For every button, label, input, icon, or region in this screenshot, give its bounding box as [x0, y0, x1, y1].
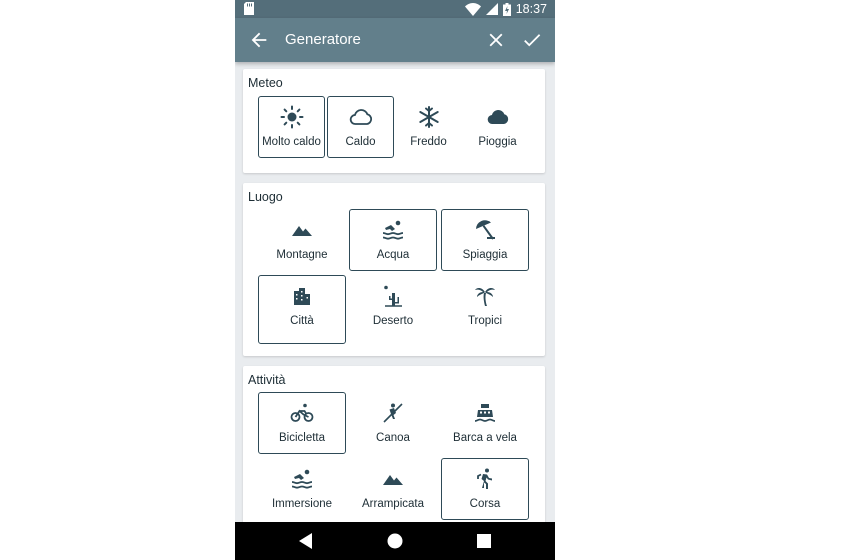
palm-tree-icon — [475, 287, 495, 306]
option-freddo[interactable]: Freddo — [395, 96, 462, 158]
app-bar: Generatore — [235, 18, 555, 62]
cactus-icon — [384, 285, 402, 307]
option-label: Tropici — [467, 315, 503, 327]
luogo-card: Luogo Montagne Acqua Spiaggia Città Dese… — [243, 183, 545, 356]
option-label: Freddo — [410, 136, 447, 148]
nav-home-icon[interactable] — [386, 532, 404, 550]
mountain-icon — [292, 226, 312, 236]
page-title: Generatore — [285, 31, 361, 48]
sd-card-icon — [244, 2, 254, 15]
option-label: Molto caldo — [262, 136, 321, 148]
option-label: Caldo — [345, 136, 376, 148]
option-deserto[interactable]: Deserto — [349, 275, 437, 344]
option-arrampicata[interactable]: Arrampicata — [349, 458, 437, 520]
option-citta[interactable]: Città — [258, 275, 346, 344]
boat-icon — [474, 404, 496, 422]
option-immersione[interactable]: Immersione — [258, 458, 346, 520]
battery-icon — [502, 2, 511, 16]
option-label: Arrampicata — [362, 498, 424, 510]
option-pioggia[interactable]: Pioggia — [464, 96, 531, 158]
attivita-card: Attività Bicicletta Canoa Barca a vela I… — [243, 366, 545, 522]
option-label: Bicicletta — [278, 432, 326, 444]
mountain-icon — [383, 475, 403, 485]
bicycle-icon — [290, 403, 314, 422]
option-label: Pioggia — [478, 136, 517, 148]
attivita-title: Attività — [248, 373, 286, 387]
meteo-card: Meteo Molto caldo Caldo Freddo Pioggia — [243, 69, 545, 173]
luogo-title: Luogo — [248, 190, 283, 204]
cloud-filled-icon — [487, 110, 508, 125]
close-icon[interactable] — [485, 29, 507, 51]
nav-recents-icon[interactable] — [475, 532, 493, 550]
running-icon — [477, 468, 492, 489]
wifi-icon — [464, 2, 481, 16]
back-arrow-icon[interactable] — [248, 29, 270, 51]
nav-back-icon[interactable] — [297, 532, 315, 550]
snowflake-icon — [418, 106, 439, 128]
option-spiaggia[interactable]: Spiaggia — [441, 209, 529, 271]
option-canoa[interactable]: Canoa — [349, 392, 437, 454]
option-molto-caldo[interactable]: Molto caldo — [258, 96, 325, 158]
sun-icon — [280, 105, 303, 129]
option-label: Immersione — [271, 498, 333, 510]
option-label: Corsa — [469, 498, 501, 510]
meteo-title: Meteo — [248, 76, 283, 90]
phone-screen: 18:37 Generatore Meteo Molto caldo Caldo… — [235, 0, 555, 560]
signal-icon — [485, 3, 498, 15]
option-label: Montagne — [276, 249, 328, 261]
option-label: Acqua — [376, 249, 410, 261]
option-acqua[interactable]: Acqua — [349, 209, 437, 271]
navigation-bar — [235, 522, 555, 560]
option-corsa[interactable]: Corsa — [441, 458, 529, 520]
city-icon — [294, 288, 310, 305]
option-bicicletta[interactable]: Bicicletta — [258, 392, 346, 454]
option-montagne[interactable]: Montagne — [258, 209, 346, 271]
check-icon[interactable] — [521, 29, 543, 51]
option-caldo[interactable]: Caldo — [327, 96, 394, 158]
option-label: Barca a vela — [453, 432, 517, 444]
rowing-icon — [383, 403, 403, 423]
option-label: Canoa — [376, 432, 410, 444]
option-tropici[interactable]: Tropici — [441, 275, 529, 344]
swimmer-icon — [291, 469, 313, 489]
cloud-outline-icon — [349, 109, 372, 125]
content-area[interactable]: Meteo Molto caldo Caldo Freddo Pioggia L… — [235, 62, 555, 522]
status-time: 18:37 — [515, 2, 547, 16]
beach-umbrella-icon — [476, 220, 495, 240]
option-barca-a-vela[interactable]: Barca a vela — [441, 392, 529, 454]
swimmer-icon — [382, 220, 404, 240]
option-label: Deserto — [372, 315, 414, 327]
option-label: Città — [290, 315, 314, 327]
status-bar: 18:37 — [235, 0, 555, 18]
option-label: Spiaggia — [462, 249, 508, 261]
